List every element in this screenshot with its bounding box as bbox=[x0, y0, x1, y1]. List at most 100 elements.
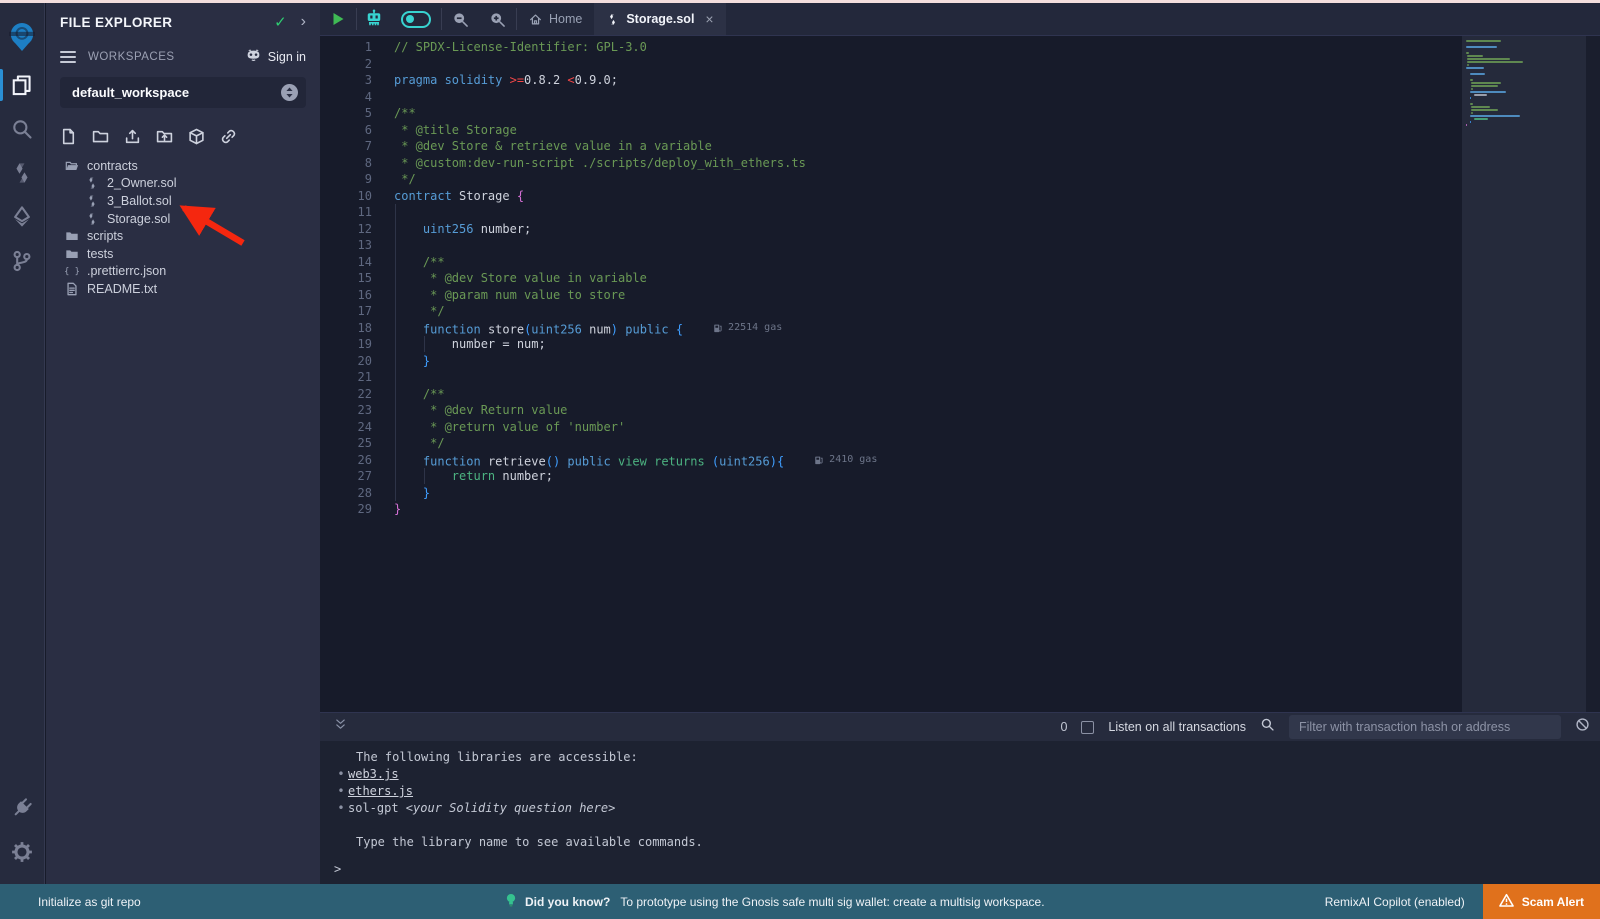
code-line-5[interactable]: 5/** bbox=[320, 105, 1600, 122]
scam-alert-button[interactable]: Scam Alert bbox=[1483, 884, 1600, 919]
zoom-out-button[interactable] bbox=[442, 3, 479, 35]
home-icon bbox=[529, 13, 542, 26]
terminal-search-icon[interactable] bbox=[1260, 717, 1275, 737]
run-script-button[interactable] bbox=[320, 3, 356, 35]
code-line-29[interactable]: 29} bbox=[320, 501, 1600, 518]
tree-item-3-ballot-sol[interactable]: 3_Ballot.sol bbox=[46, 192, 320, 210]
code-line-19[interactable]: 19 number = num; bbox=[320, 336, 1600, 353]
tree-item-readme-txt[interactable]: README.txt bbox=[46, 280, 320, 298]
code-line-7[interactable]: 7 * @dev Store & retrieve value in a var… bbox=[320, 138, 1600, 155]
upload-folder-icon[interactable] bbox=[156, 128, 173, 145]
code-line-24[interactable]: 24 * @return value of 'number' bbox=[320, 419, 1600, 436]
code-line-11[interactable]: 11 bbox=[320, 204, 1600, 221]
line-number: 6 bbox=[320, 122, 372, 139]
listen-all-transactions-label: Listen on all transactions bbox=[1108, 720, 1246, 734]
terminal-collapse-icon[interactable] bbox=[334, 718, 347, 736]
sign-in-button[interactable]: Sign in bbox=[245, 47, 306, 67]
code-line-6[interactable]: 6 * @title Storage bbox=[320, 122, 1600, 139]
solidity-file-icon bbox=[84, 176, 99, 191]
library-link[interactable]: ethers.js bbox=[348, 783, 413, 800]
link-icon[interactable] bbox=[220, 128, 237, 145]
code-line-15[interactable]: 15 * @dev Store value in variable bbox=[320, 270, 1600, 287]
editor-tabs: Home Storage.sol × bbox=[517, 3, 726, 35]
code-line-18[interactable]: 18 function store(uint256 num) public {2… bbox=[320, 320, 1600, 337]
terminal-prompt[interactable]: > bbox=[334, 861, 1600, 878]
minimap-content bbox=[1466, 40, 1578, 127]
editor-scrollbar[interactable] bbox=[1586, 36, 1600, 712]
minimap[interactable] bbox=[1462, 36, 1586, 712]
workspace-select[interactable]: default_workspace bbox=[60, 77, 306, 108]
line-number: 26 bbox=[320, 452, 372, 469]
code-line-16[interactable]: 16 * @param num value to store bbox=[320, 287, 1600, 304]
code-line-14[interactable]: 14 /** bbox=[320, 254, 1600, 271]
line-number: 10 bbox=[320, 188, 372, 205]
library-link[interactable]: web3.js bbox=[348, 766, 399, 783]
tab-close-icon[interactable]: × bbox=[705, 11, 713, 27]
tree-item-tests[interactable]: tests bbox=[46, 245, 320, 263]
upload-file-icon[interactable] bbox=[124, 128, 141, 145]
line-number: 3 bbox=[320, 72, 372, 89]
clear-console-icon[interactable] bbox=[1575, 717, 1590, 737]
new-folder-icon[interactable] bbox=[92, 128, 109, 145]
code-line-2[interactable]: 2 bbox=[320, 56, 1600, 73]
remixai-assistant-button[interactable] bbox=[357, 3, 391, 35]
code-line-23[interactable]: 23 * @dev Return value bbox=[320, 402, 1600, 419]
tree-item-2-owner-sol[interactable]: 2_Owner.sol bbox=[46, 175, 320, 193]
copilot-status[interactable]: RemixAI Copilot (enabled) bbox=[1325, 895, 1465, 909]
code-line-4[interactable]: 4 bbox=[320, 89, 1600, 106]
activity-bar bbox=[0, 3, 45, 884]
code-line-25[interactable]: 25 */ bbox=[320, 435, 1600, 452]
code-line-10[interactable]: 10contract Storage { bbox=[320, 188, 1600, 205]
activity-plugin-manager-icon[interactable] bbox=[0, 786, 45, 830]
tree-item-contracts[interactable]: contracts bbox=[46, 157, 320, 175]
tab-storage-sol[interactable]: Storage.sol × bbox=[594, 3, 725, 35]
chevron-right-icon[interactable]: › bbox=[301, 14, 306, 30]
svg-text:{ }: { } bbox=[65, 267, 79, 277]
new-file-icon[interactable] bbox=[60, 128, 77, 145]
main-area: Home Storage.sol × 1// SPDX-License-Identi… bbox=[320, 3, 1600, 884]
tree-item-scripts[interactable]: scripts bbox=[46, 227, 320, 245]
terminal-library-line: •web3.js bbox=[334, 766, 1600, 783]
tab-home[interactable]: Home bbox=[517, 3, 594, 35]
activity-git-icon[interactable] bbox=[0, 239, 45, 283]
terminal[interactable]: The following libraries are accessible: … bbox=[320, 741, 1600, 884]
json-icon: { } bbox=[64, 264, 79, 279]
copilot-toggle[interactable] bbox=[391, 3, 441, 35]
tree-item-label: 3_Ballot.sol bbox=[107, 194, 172, 208]
listen-all-transactions-checkbox[interactable] bbox=[1081, 721, 1094, 734]
line-number: 17 bbox=[320, 303, 372, 320]
zoom-in-button[interactable] bbox=[479, 3, 516, 35]
code-line-13[interactable]: 13 bbox=[320, 237, 1600, 254]
code-line-20[interactable]: 20 } bbox=[320, 353, 1600, 370]
code-line-9[interactable]: 9 */ bbox=[320, 171, 1600, 188]
tree-item-label: tests bbox=[87, 247, 113, 261]
tip-text: To prototype using the Gnosis safe multi… bbox=[620, 895, 1044, 909]
activity-remix-logo-icon[interactable] bbox=[0, 11, 45, 63]
tree-item-label: scripts bbox=[87, 229, 123, 243]
git-init-status[interactable]: Initialize as git repo bbox=[0, 895, 141, 909]
code-line-26[interactable]: 26 function retrieve() public view retur… bbox=[320, 452, 1600, 469]
lightbulb-icon bbox=[505, 893, 517, 911]
activity-solidity-compiler-icon[interactable] bbox=[0, 151, 45, 195]
transaction-filter-input[interactable] bbox=[1289, 715, 1561, 739]
code-editor[interactable]: 1// SPDX-License-Identifier: GPL-3.023pr… bbox=[320, 36, 1600, 712]
tree-item-storage-sol[interactable]: Storage.sol bbox=[46, 210, 320, 228]
code-line-12[interactable]: 12 uint256 number; bbox=[320, 221, 1600, 238]
code-line-1[interactable]: 1// SPDX-License-Identifier: GPL-3.0 bbox=[320, 39, 1600, 56]
code-line-8[interactable]: 8 * @custom:dev-run-script ./scripts/dep… bbox=[320, 155, 1600, 172]
activity-settings-icon[interactable] bbox=[0, 830, 45, 874]
code-line-27[interactable]: 27 return number; bbox=[320, 468, 1600, 485]
tab-label: Storage.sol bbox=[626, 12, 694, 26]
line-number: 25 bbox=[320, 435, 372, 452]
tree-item--prettierrc-json[interactable]: { }.prettierrc.json bbox=[46, 263, 320, 281]
activity-file-explorer-icon[interactable] bbox=[0, 63, 45, 107]
cube-icon[interactable] bbox=[188, 128, 205, 145]
code-line-17[interactable]: 17 */ bbox=[320, 303, 1600, 320]
activity-search-icon[interactable] bbox=[0, 107, 45, 151]
code-line-3[interactable]: 3pragma solidity >=0.8.2 <0.9.0; bbox=[320, 72, 1600, 89]
code-line-28[interactable]: 28 } bbox=[320, 485, 1600, 502]
activity-deploy-run-icon[interactable] bbox=[0, 195, 45, 239]
code-line-22[interactable]: 22 /** bbox=[320, 386, 1600, 403]
code-line-21[interactable]: 21 bbox=[320, 369, 1600, 386]
workspaces-menu-icon[interactable] bbox=[60, 48, 76, 66]
